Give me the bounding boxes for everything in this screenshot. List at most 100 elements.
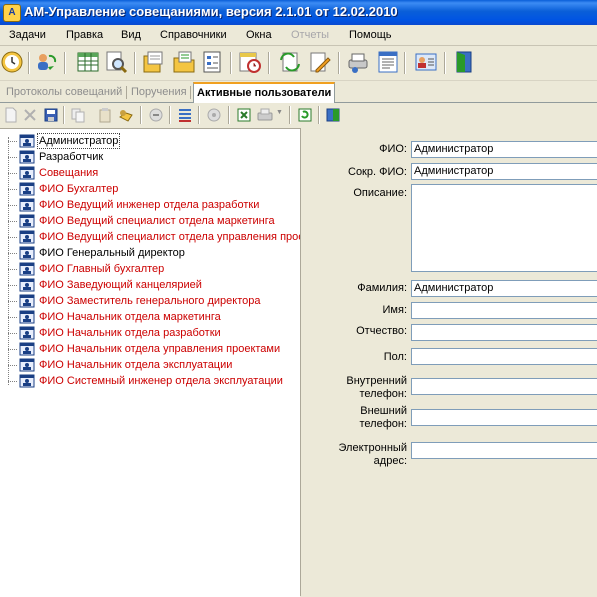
menu-edit[interactable]: Правка — [66, 29, 103, 41]
user-icon — [19, 198, 35, 212]
tree-item[interactable]: ФИО Главный бухгалтер — [0, 261, 300, 277]
email-label-line1: Электронный — [338, 442, 408, 454]
contact-card-icon[interactable] — [414, 50, 438, 74]
tree-item[interactable]: ФИО Генеральный директор — [0, 245, 300, 261]
tree-item[interactable]: ФИО Начальник отдела управления проектам… — [0, 341, 300, 357]
folder-documents-icon[interactable] — [172, 50, 196, 74]
printer-icon[interactable] — [346, 50, 370, 74]
user-icon — [19, 294, 35, 308]
tree-item-label: ФИО Ведущий специалист отдела маркетинга — [39, 215, 275, 227]
calendar-clock-icon[interactable] — [238, 50, 262, 74]
description-field[interactable] — [411, 184, 597, 272]
tree-item-label: ФИО Начальник отдела управления проектам… — [39, 343, 281, 355]
user-icon — [19, 278, 35, 292]
form-icon[interactable] — [200, 50, 224, 74]
patronymic-field[interactable] — [411, 324, 597, 341]
report-icon[interactable] — [376, 50, 400, 74]
toolbar-separator — [28, 52, 30, 74]
user-icon — [19, 358, 35, 372]
tree-item[interactable]: ФИО Заведующий канцелярией — [0, 277, 300, 293]
delete-icon[interactable] — [22, 107, 38, 123]
edit-document-icon[interactable] — [308, 50, 332, 74]
paste-icon[interactable] — [97, 107, 113, 123]
external-phone-label-line1: Внешний — [360, 405, 407, 417]
user-icon — [19, 262, 35, 276]
menu-view[interactable]: Вид — [121, 29, 141, 41]
tree-item-label: ФИО Начальник отдела разработки — [39, 327, 221, 339]
cancel-icon[interactable] — [148, 107, 164, 123]
menu-reports[interactable]: Отчеты — [291, 29, 329, 41]
sync-icon[interactable] — [278, 50, 302, 74]
external-phone-field[interactable] — [411, 409, 597, 426]
settings-icon[interactable] — [206, 107, 222, 123]
new-icon[interactable] — [3, 107, 19, 123]
tree-item[interactable]: ФИО Начальник отдела эксплуатации — [0, 357, 300, 373]
tree-item[interactable]: ФИО Ведущий специалист отдела маркетинга — [0, 213, 300, 229]
tree-item[interactable]: ФИО Системный инженер отдела эксплуатаци… — [0, 373, 300, 389]
tree-item[interactable]: ФИО Начальник отдела маркетинга — [0, 309, 300, 325]
internal-phone-field[interactable] — [411, 378, 597, 395]
menu-references[interactable]: Справочники — [160, 29, 227, 41]
tree-item-label: ФИО Начальник отдела маркетинга — [39, 311, 221, 323]
menu-tasks[interactable]: Задачи — [9, 29, 46, 41]
split-view-icon[interactable] — [325, 107, 341, 123]
find-icon[interactable] — [118, 107, 134, 123]
menu-windows[interactable]: Окна — [246, 29, 272, 41]
user-details-form: ФИО: Администратор Сокр. ФИО: Администра… — [305, 128, 597, 596]
tree-connector — [8, 301, 17, 302]
table-icon[interactable] — [76, 50, 100, 74]
toolbar-separator — [198, 106, 200, 124]
tab-assignments[interactable]: Поручения — [131, 84, 187, 101]
tab-meeting-protocols[interactable]: Протоколы совещаний — [6, 84, 122, 101]
print-icon[interactable] — [257, 107, 273, 123]
short-fio-label: Сокр. ФИО: — [348, 166, 407, 178]
copy-icon[interactable] — [70, 107, 86, 123]
tree-item-label: ФИО Системный инженер отдела эксплуатаци… — [39, 375, 283, 387]
tree-item[interactable]: Разработчик — [0, 149, 300, 165]
short-fio-field[interactable]: Администратор — [411, 163, 597, 180]
surname-field[interactable]: Администратор — [411, 280, 597, 297]
tree-connector — [8, 157, 17, 158]
tree-item[interactable]: ФИО Бухгалтер — [0, 181, 300, 197]
user-icon — [19, 310, 35, 324]
tree-item[interactable]: ФИО Заместитель генерального директора — [0, 293, 300, 309]
list-icon[interactable] — [177, 107, 193, 123]
users-refresh-icon[interactable] — [34, 50, 58, 74]
email-field[interactable] — [411, 442, 597, 459]
tab-divider — [126, 86, 127, 99]
menu-bar: Задачи Правка Вид Справочники Окна Отчет… — [0, 25, 597, 46]
save-icon[interactable] — [43, 107, 59, 123]
tree-item[interactable]: Администратор — [0, 133, 300, 149]
toolbar-separator — [169, 106, 171, 124]
search-document-icon[interactable] — [104, 50, 128, 74]
gender-field[interactable] — [411, 348, 597, 365]
surname-label: Фамилия: — [357, 282, 407, 294]
print-dropdown-icon[interactable]: ▼ — [276, 109, 283, 116]
tree-item[interactable]: ФИО Ведущий инженер отдела разработки — [0, 197, 300, 213]
tree-item[interactable]: Совещания — [0, 165, 300, 181]
tree-item-label: Разработчик — [39, 151, 104, 163]
menu-help[interactable]: Помощь — [349, 29, 392, 41]
record-toolbar: ▼ — [0, 103, 597, 127]
tree-connector — [8, 269, 17, 270]
excel-export-icon[interactable] — [236, 107, 252, 123]
gender-label: Пол: — [383, 351, 407, 363]
tab-active-users[interactable]: Активные пользователи — [193, 82, 336, 104]
tree-item[interactable]: ФИО Ведущий специалист отдела управления… — [0, 229, 300, 245]
users-tree[interactable]: Администратор Разработчик Совещания ФИО Бух… — [0, 128, 300, 597]
toolbar-separator — [134, 52, 136, 74]
user-icon — [19, 182, 35, 196]
clock-icon[interactable] — [0, 50, 24, 74]
tree-connector — [8, 141, 17, 142]
refresh-icon[interactable] — [297, 107, 313, 123]
tab-strip: Протоколы совещаний Поручения Активные п… — [0, 81, 597, 104]
tree-item[interactable]: ФИО Начальник отдела разработки — [0, 325, 300, 341]
user-icon — [19, 230, 35, 244]
toolbar-separator — [404, 52, 406, 74]
exit-door-icon[interactable] — [452, 50, 476, 74]
tree-connector — [8, 237, 17, 238]
name-field[interactable] — [411, 302, 597, 319]
description-label: Описание: — [353, 187, 407, 199]
documents-icon[interactable] — [142, 50, 166, 74]
fio-field[interactable]: Администратор — [411, 141, 597, 158]
